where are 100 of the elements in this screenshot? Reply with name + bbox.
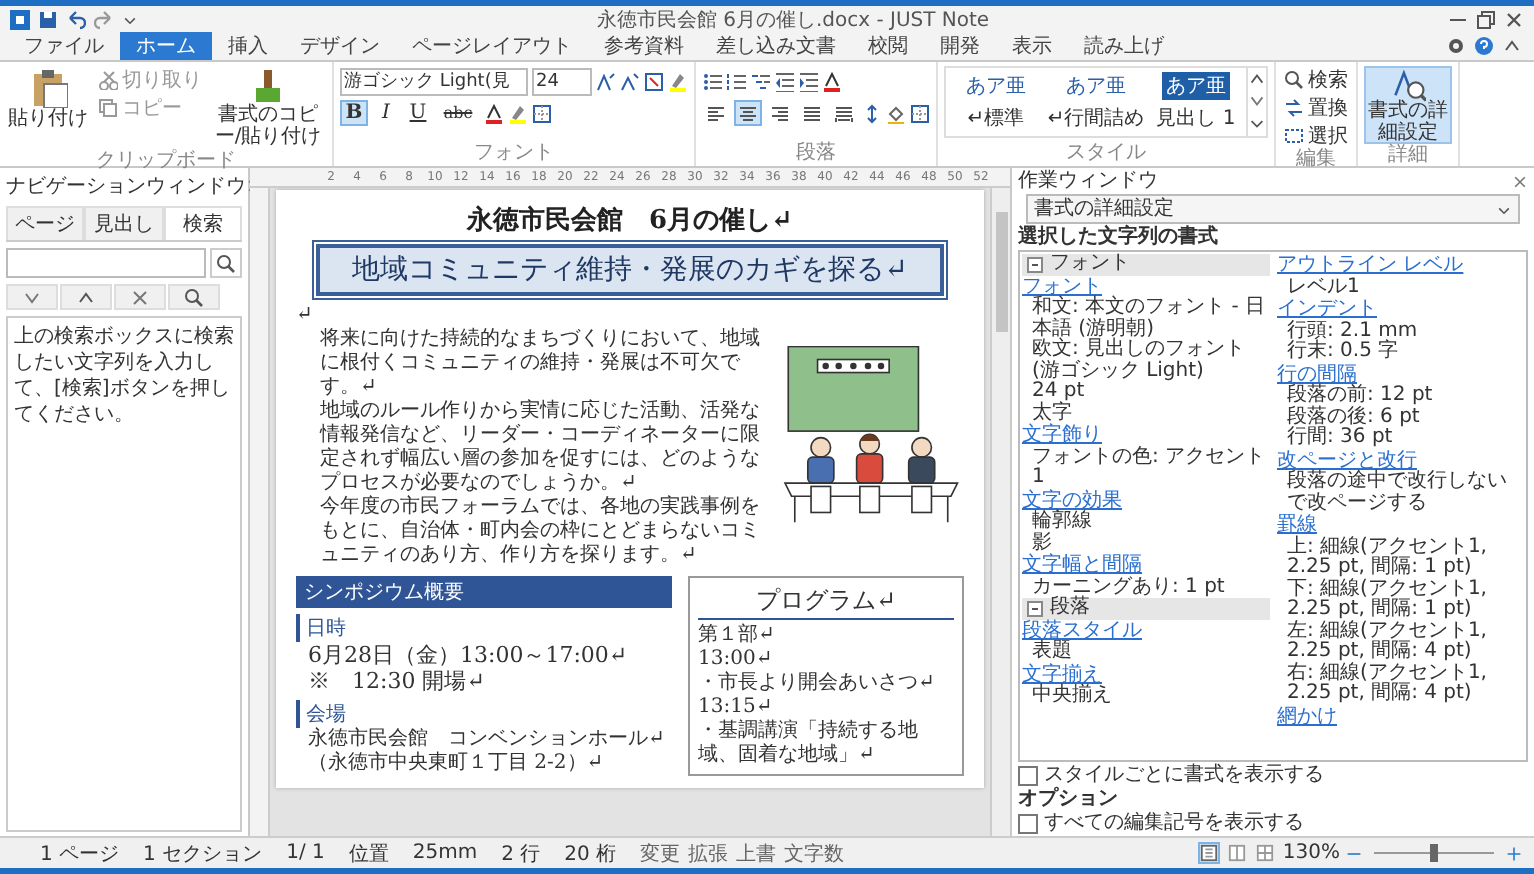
shrink-font-icon[interactable] bbox=[620, 71, 640, 91]
zoom-text: 130% bbox=[1282, 842, 1340, 864]
underline-button[interactable]: U bbox=[404, 100, 432, 126]
format-link[interactable]: 改ページと改行 bbox=[1277, 451, 1417, 472]
close-icon[interactable] bbox=[1512, 173, 1528, 189]
format-link[interactable]: 文字の効果 bbox=[1022, 491, 1122, 512]
format-link[interactable]: インデント bbox=[1277, 300, 1377, 321]
search-hint-text: 上の検索ボックスに検索したい文字列を入力して、[検索]ボタンを押してください。 bbox=[14, 324, 234, 428]
help-icon[interactable] bbox=[1474, 36, 1494, 56]
style-tile[interactable]: あア亜 ↵行間詰め bbox=[1046, 68, 1146, 136]
clear-format-icon[interactable] bbox=[644, 71, 664, 91]
ribbon-tab[interactable]: 挿入 bbox=[212, 32, 284, 60]
format-link[interactable]: 文字幅と間隔 bbox=[1022, 556, 1142, 577]
shading-icon[interactable] bbox=[886, 103, 906, 123]
format-link[interactable]: 網かけ bbox=[1277, 707, 1337, 728]
ribbon-tab[interactable]: ファイル bbox=[8, 32, 120, 60]
undo-icon[interactable] bbox=[66, 9, 86, 29]
ribbon-tab[interactable]: 開発 bbox=[924, 32, 996, 60]
next-result-button[interactable] bbox=[6, 284, 58, 310]
line-spacing-icon[interactable] bbox=[862, 103, 882, 123]
magnifier-icon bbox=[1391, 68, 1425, 102]
bold-button[interactable]: B bbox=[340, 100, 368, 126]
format-link[interactable]: アウトライン レベル bbox=[1277, 256, 1464, 277]
checkbox[interactable] bbox=[1018, 813, 1038, 833]
status-mode[interactable]: 文字数 bbox=[784, 839, 845, 867]
group-label: スタイル bbox=[1064, 142, 1148, 166]
align-center-icon bbox=[738, 103, 758, 123]
zoom-in-icon[interactable] bbox=[1506, 845, 1522, 861]
ribbon-tab[interactable]: 参考資料 bbox=[588, 32, 700, 60]
status-mode[interactable]: 上書 bbox=[736, 839, 777, 867]
format-detail-text: カーニングあり: 1 pt bbox=[1030, 577, 1227, 597]
borders-icon[interactable] bbox=[910, 103, 930, 123]
font-color-icon[interactable] bbox=[484, 103, 504, 123]
decrease-indent-icon[interactable] bbox=[774, 71, 794, 91]
ribbon-tab[interactable]: 読み上げ bbox=[1068, 32, 1180, 60]
pane-tab[interactable]: ページ bbox=[6, 206, 85, 240]
collapse-ribbon-icon[interactable] bbox=[1502, 36, 1522, 56]
style-tile[interactable]: あア亜 見出し 1 bbox=[1146, 68, 1246, 136]
font-color-icon[interactable] bbox=[822, 71, 842, 91]
body-paragraph: 今年度の市民フォーラムでは、各地の実践事例をもとに、自治体・町内会の枠にとどまらないコミュニティのあり方、作り方を探ります。↵ bbox=[320, 496, 760, 568]
format-details-button[interactable]: 書式の詳細設定 bbox=[1364, 66, 1452, 144]
checkbox[interactable] bbox=[1018, 765, 1038, 785]
format-link[interactable]: 段落スタイル bbox=[1022, 621, 1142, 642]
edit-menu-button[interactable]: 置換 bbox=[1282, 94, 1350, 120]
format-detail-text: 和文: 本文のフォント - 日本語 (游明朝) bbox=[1030, 298, 1268, 339]
vertical-scrollbar[interactable] bbox=[990, 188, 1010, 836]
edit-menu-button[interactable]: 選択 bbox=[1282, 122, 1350, 148]
font-name-field[interactable]: 游ゴシック Light(見 bbox=[340, 67, 528, 95]
format-link[interactable]: 行の間隔 bbox=[1277, 365, 1357, 386]
view-mode-button[interactable] bbox=[1254, 842, 1277, 864]
status-mode[interactable]: 変更 bbox=[640, 839, 681, 867]
ribbon-tab[interactable]: 表示 bbox=[996, 32, 1068, 60]
character-border-icon[interactable] bbox=[532, 103, 552, 123]
multilevel-list-icon[interactable] bbox=[750, 71, 770, 91]
format-link[interactable]: フォント bbox=[1022, 277, 1102, 298]
style-tile[interactable]: あア亜 ↵標準 bbox=[946, 68, 1046, 136]
format-link[interactable]: 文字揃え bbox=[1022, 665, 1102, 686]
program-title: プログラム↵ bbox=[698, 584, 954, 620]
body-paragraph: 地域のルール作りから実情に応じた活動、活発な情報発信など、リーダー・コーディネーターに限定されず幅広い層の参加を促すには、どのようなプロセスが必要なのでしょうか。↵ bbox=[320, 400, 760, 495]
ribbon-tab[interactable]: ページレイアウト bbox=[396, 32, 588, 60]
edit-menu-button[interactable]: 検索 bbox=[1282, 66, 1350, 92]
close-icon[interactable] bbox=[1504, 9, 1524, 29]
highlighter-icon[interactable] bbox=[668, 71, 688, 91]
redo-icon[interactable] bbox=[94, 9, 114, 29]
ribbon-tab[interactable]: 校閲 bbox=[852, 32, 924, 60]
format-painter-button[interactable]: 書式のコピー/貼り付け bbox=[210, 66, 326, 150]
zoom-thumb[interactable] bbox=[1430, 844, 1438, 862]
pane-tab[interactable]: 検索 bbox=[163, 206, 242, 240]
section-header[interactable]: 段落 bbox=[1022, 598, 1269, 619]
increase-indent-icon[interactable] bbox=[798, 71, 818, 91]
numbering-icon[interactable] bbox=[726, 71, 746, 91]
section-header[interactable]: フォント bbox=[1022, 254, 1269, 275]
status-text: 2 行 bbox=[501, 841, 541, 867]
clear-search-button[interactable] bbox=[114, 284, 166, 310]
paste-button[interactable]: 貼り付け bbox=[6, 66, 90, 132]
search-field[interactable] bbox=[6, 248, 206, 278]
status-mode[interactable]: 拡張 bbox=[688, 839, 729, 867]
strike-button[interactable]: abc bbox=[436, 100, 480, 126]
search-button[interactable] bbox=[210, 248, 242, 278]
pane-dropdown[interactable]: 書式の詳細設定 bbox=[1026, 194, 1520, 224]
save-icon[interactable] bbox=[38, 9, 58, 29]
grow-font-icon[interactable] bbox=[596, 71, 616, 91]
copy-icon bbox=[98, 97, 118, 117]
ribbon-tab[interactable]: デザイン bbox=[284, 32, 396, 60]
bullets-icon[interactable] bbox=[702, 71, 722, 91]
ribbon-tab[interactable]: ホーム bbox=[120, 32, 212, 60]
ribbon-tab[interactable]: 差し込み文書 bbox=[700, 32, 852, 60]
italic-button[interactable]: I bbox=[372, 100, 400, 126]
format-detail-text: 左: 細線(アクセント1, 2.25 pt, 間隔: 4 pt) bbox=[1285, 621, 1489, 662]
view-mode-button[interactable] bbox=[1226, 842, 1249, 864]
restore-icon[interactable] bbox=[1476, 9, 1496, 29]
font-size-field[interactable]: 24 bbox=[532, 67, 592, 95]
previous-result-button[interactable] bbox=[60, 284, 112, 310]
view-mode-button[interactable] bbox=[1198, 842, 1221, 864]
format-link[interactable]: 罫線 bbox=[1277, 516, 1317, 537]
format-link[interactable]: 文字飾り bbox=[1022, 426, 1102, 447]
pane-tab[interactable]: 見出し bbox=[84, 206, 164, 240]
search-options-button[interactable] bbox=[168, 284, 220, 310]
settings-icon[interactable] bbox=[1446, 36, 1466, 56]
align-center-button[interactable] bbox=[734, 100, 762, 126]
